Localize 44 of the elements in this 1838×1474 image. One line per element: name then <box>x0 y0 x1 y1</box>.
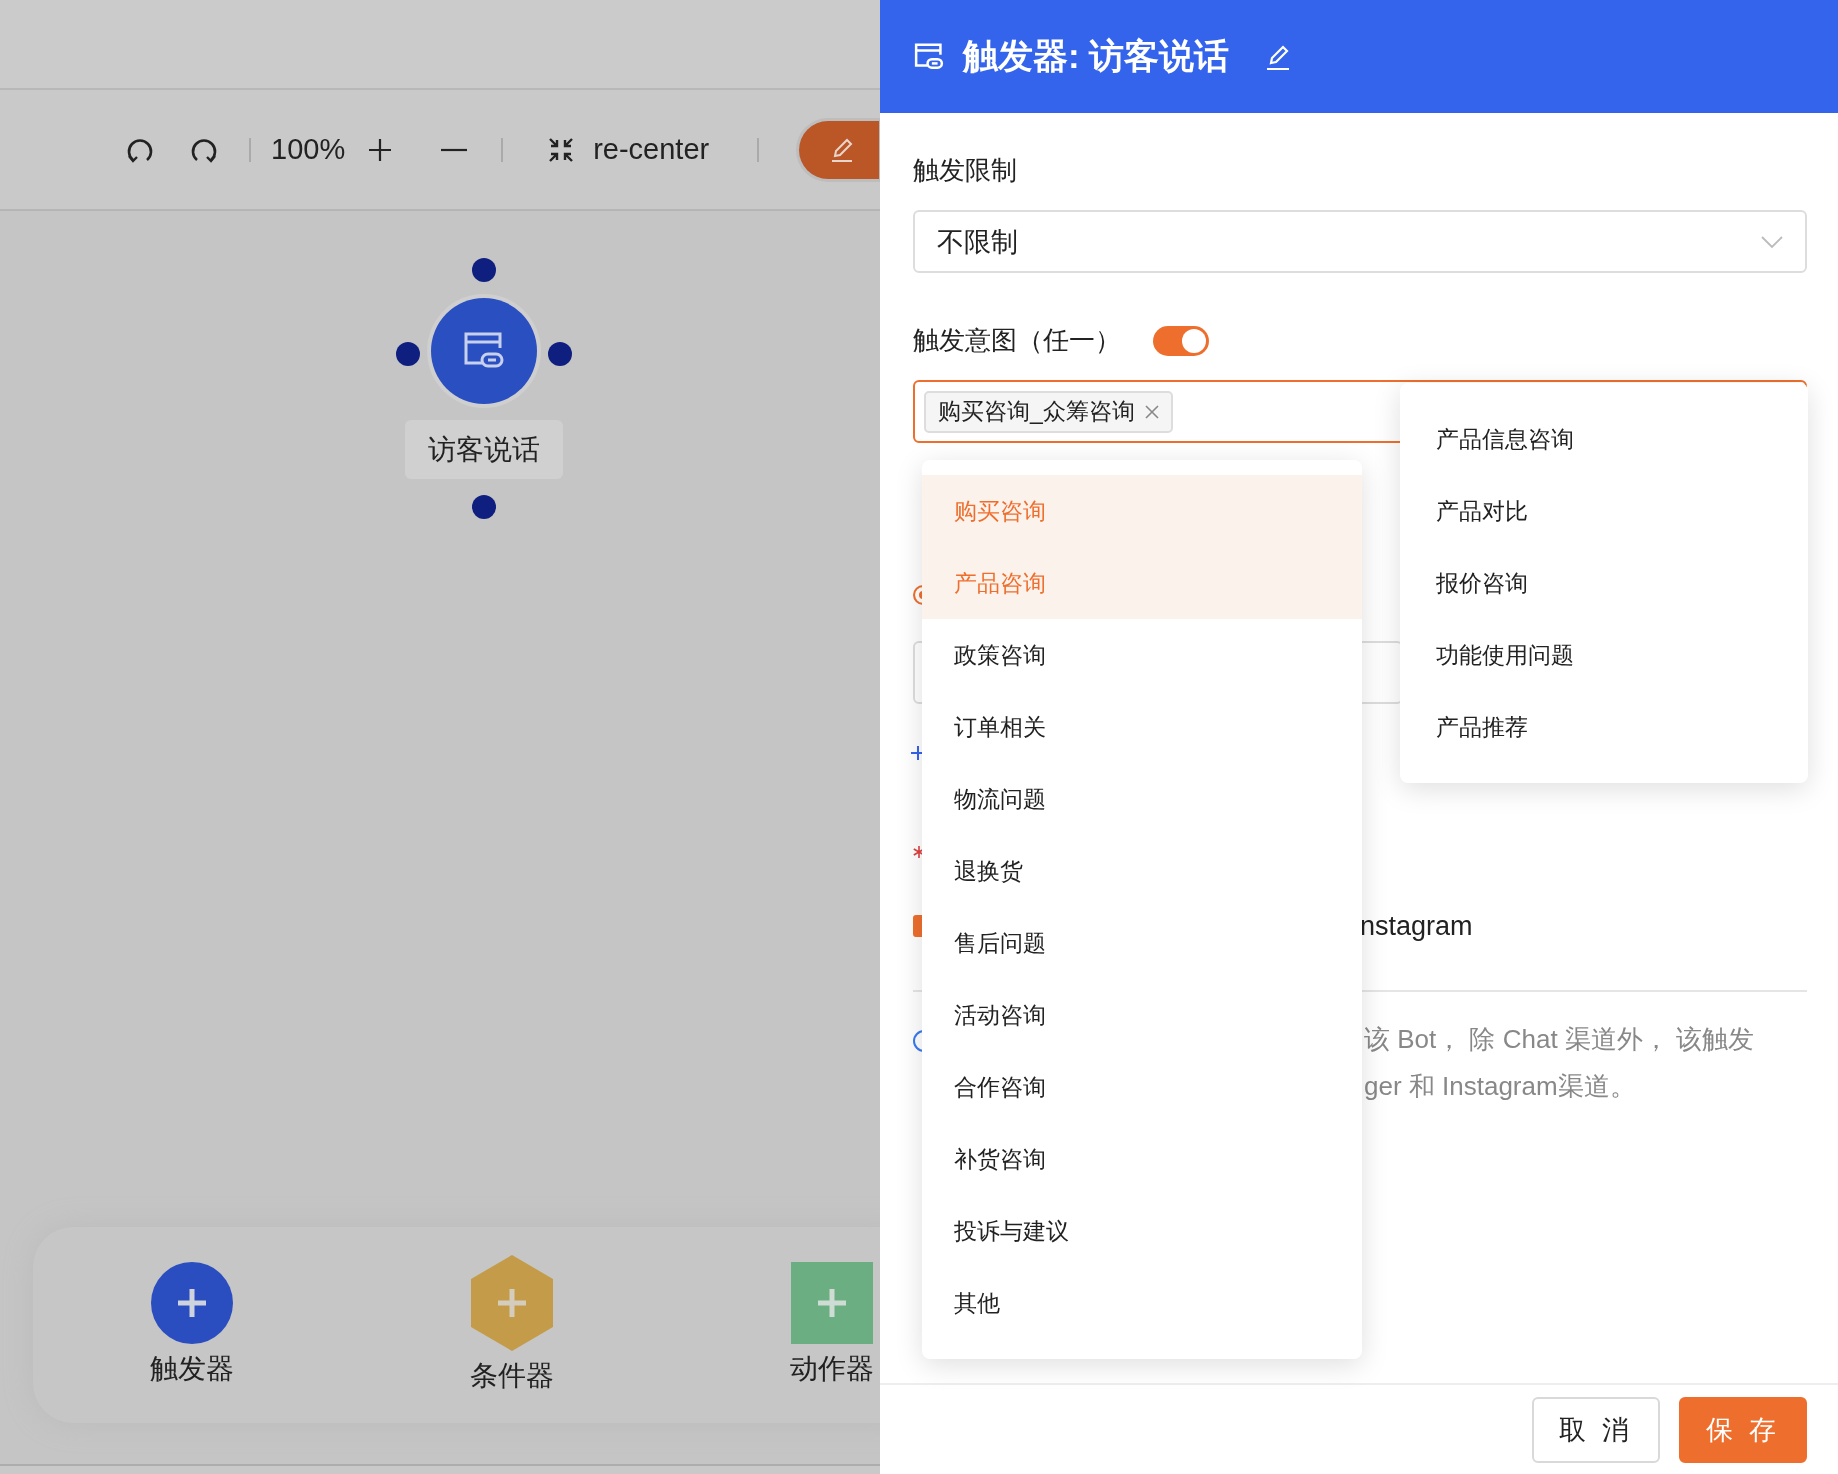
recenter-icon[interactable] <box>547 135 576 164</box>
menu-option[interactable]: 产品推荐 <box>1400 691 1808 763</box>
required-icon <box>913 846 925 858</box>
menu-option[interactable]: 补货咨询 <box>922 1123 1362 1195</box>
palette-label: 触发器 <box>150 1352 234 1386</box>
menu-option[interactable]: 售后问题 <box>922 907 1362 979</box>
field-label: 触发意图（任一） <box>913 324 1121 357</box>
menu-option[interactable]: 合作咨询 <box>922 1051 1362 1123</box>
connection-handle[interactable] <box>548 342 572 366</box>
palette-label: 动作器 <box>790 1352 874 1386</box>
menu-option[interactable]: 政策咨询 <box>922 619 1362 691</box>
edit-button[interactable] <box>799 120 880 179</box>
menu-option[interactable]: 活动咨询 <box>922 979 1362 1051</box>
connection-handle[interactable] <box>396 342 420 366</box>
node-label: 访客说话 <box>405 420 563 479</box>
note-text: 该 Bot， 除 Chat 渠道外， 该触发 <box>1364 1023 1755 1056</box>
channel-label: nstagram <box>1360 910 1473 942</box>
field-label: 触发限制 <box>913 154 1018 187</box>
menu-option[interactable]: 报价咨询 <box>1400 547 1808 619</box>
tag-label: 购买咨询_众筹咨询 <box>938 397 1135 426</box>
zoom-out-icon[interactable] <box>441 147 468 152</box>
zoom-level: 100% <box>271 133 346 166</box>
menu-option[interactable]: 订单相关 <box>922 691 1362 763</box>
menu-option[interactable]: 退换货 <box>922 835 1362 907</box>
menu-option[interactable]: 投诉与建议 <box>922 1195 1362 1267</box>
close-icon[interactable] <box>1144 404 1159 419</box>
cancel-button[interactable]: 取 消 <box>1532 1396 1660 1463</box>
chevron-down-icon <box>1761 234 1783 249</box>
add-trigger-icon[interactable] <box>151 1262 233 1344</box>
menu-option[interactable]: 产品对比 <box>1400 475 1808 547</box>
connection-handle[interactable] <box>472 495 496 519</box>
recenter-button[interactable]: re-center <box>593 133 710 166</box>
palette-label: 条件器 <box>470 1359 554 1393</box>
drawer-title: 触发器: 访客说话 <box>963 35 1230 77</box>
note-text: ger 和 Instagram渠道。 <box>1364 1070 1637 1103</box>
connection-handle[interactable] <box>472 258 496 282</box>
limit-select[interactable]: 不限制 <box>913 210 1807 273</box>
menu-option[interactable]: 功能使用问题 <box>1400 619 1808 691</box>
add-icon[interactable] <box>911 746 925 760</box>
zoom-in-icon[interactable] <box>367 136 394 163</box>
menu-option[interactable]: 物流问题 <box>922 763 1362 835</box>
trigger-icon <box>913 41 945 72</box>
intent-toggle[interactable] <box>1153 325 1209 356</box>
menu-option[interactable]: 其他 <box>922 1267 1362 1339</box>
